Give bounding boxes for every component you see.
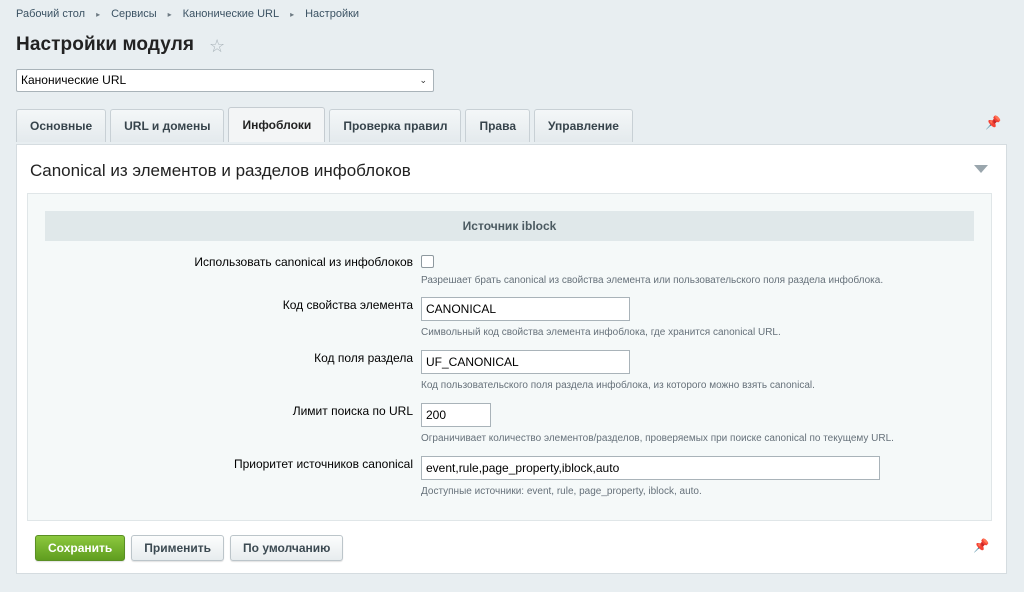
section-title: Canonical из элементов и разделов инфобл… (30, 161, 411, 180)
use-canonical-label: Использовать canonical из инфоблоков (194, 255, 413, 269)
pin-icon[interactable]: 📌 (973, 538, 989, 554)
tab-rule-check[interactable]: Проверка правил (329, 109, 462, 142)
chevron-down-icon: ⌄ (419, 75, 427, 85)
section-field-label: Код поля раздела (314, 351, 413, 365)
breadcrumb-separator-icon: ▸ (96, 9, 101, 19)
search-limit-field (421, 403, 491, 427)
section-field-input[interactable] (421, 350, 630, 374)
search-limit-label: Лимит поиска по URL (292, 404, 413, 418)
priority-label: Приоритет источников canonical (233, 457, 413, 471)
priority-input[interactable] (421, 456, 880, 480)
section-field-field (421, 350, 630, 374)
collapse-triangle-icon[interactable] (974, 165, 988, 173)
settings-form: Источник iblock Использовать canonical и… (27, 193, 992, 521)
apply-button[interactable]: Применить (131, 535, 225, 561)
search-limit-input[interactable] (421, 403, 491, 427)
module-select-value: Канонические URL (21, 73, 127, 87)
star-icon[interactable]: ☆ (209, 36, 225, 56)
tab-rights[interactable]: Права (465, 109, 530, 142)
breadcrumb: Рабочий стол ▸ Сервисы ▸ Канонические UR… (16, 8, 359, 20)
tab-management[interactable]: Управление (534, 109, 633, 142)
button-bar: Сохранить Применить По умолчанию (35, 535, 344, 561)
pin-icon[interactable]: 📌 (985, 115, 1001, 131)
element-prop-field (421, 297, 630, 321)
element-prop-label: Код свойства элемента (282, 298, 413, 312)
use-canonical-field (421, 255, 434, 268)
breadcrumb-desktop[interactable]: Рабочий стол (16, 8, 85, 20)
element-prop-hint: Символьный код свойства элемента инфобло… (421, 327, 781, 338)
settings-panel: Canonical из элементов и разделов инфобл… (16, 144, 1007, 574)
priority-field (421, 456, 880, 480)
tab-url-domains[interactable]: URL и домены (110, 109, 225, 142)
breadcrumb-settings[interactable]: Настройки (305, 8, 359, 20)
search-limit-hint: Ограничивает количество элементов/раздел… (421, 433, 894, 444)
tab-iblocks[interactable]: Инфоблоки (228, 107, 326, 142)
module-select[interactable]: Канонические URL ⌄ (16, 69, 434, 92)
priority-hint: Доступные источники: event, rule, page_p… (421, 486, 702, 497)
tab-bar: Основные URL и домены Инфоблоки Проверка… (16, 107, 633, 142)
default-button[interactable]: По умолчанию (230, 535, 344, 561)
subsection-header: Источник iblock (45, 211, 974, 241)
breadcrumb-separator-icon: ▸ (290, 9, 295, 19)
tab-main[interactable]: Основные (16, 109, 107, 142)
breadcrumb-separator-icon: ▸ (167, 9, 172, 19)
element-prop-input[interactable] (421, 297, 630, 321)
save-button[interactable]: Сохранить (35, 535, 126, 561)
use-canonical-hint: Разрешает брать canonical из свойства эл… (421, 275, 884, 286)
page-title: Настройки модуля (16, 34, 195, 55)
section-field-hint: Код пользовательского поля раздела инфоб… (421, 380, 815, 391)
use-canonical-checkbox[interactable] (421, 255, 434, 268)
breadcrumb-canonical-url[interactable]: Канонические URL (183, 8, 279, 20)
breadcrumb-services[interactable]: Сервисы (111, 8, 157, 20)
